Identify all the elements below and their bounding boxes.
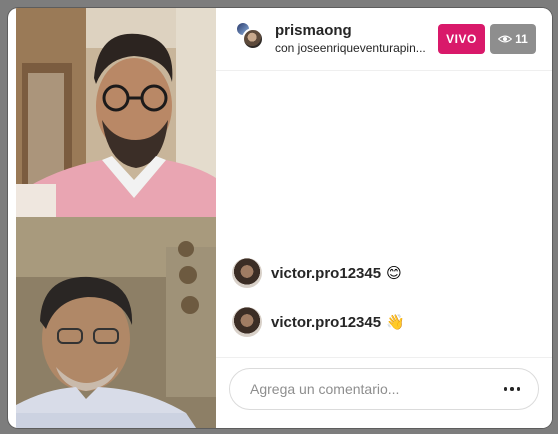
comment-text: 👋 [386,314,405,331]
eye-icon [498,35,513,43]
comment-item: victor.pro12345 👋 [232,305,405,339]
live-header: prismaong con joseenriqueventurapin... V… [216,8,552,71]
commenter-username[interactable]: victor.pro12345 [271,314,381,331]
comment-text: 😊 [386,265,402,282]
guest-video [16,217,224,428]
host-username[interactable]: prismaong [275,22,352,39]
host-avatar[interactable] [236,22,264,50]
commenter-username[interactable]: victor.pro12345 [271,265,381,282]
commenter-avatar[interactable] [232,258,262,288]
live-badge: VIVO [438,24,485,54]
live-chat-panel: prismaong con joseenriqueventurapin... V… [216,8,552,428]
host-avatar-image [242,28,264,50]
comment-item: victor.pro12345 😊 [232,256,402,290]
guest-subtitle: con joseenriqueventurapin... [275,41,426,55]
video-column [16,8,224,428]
comment-input-box [229,368,539,410]
divider [216,357,552,358]
more-options-icon[interactable] [498,379,526,399]
viewer-count-badge[interactable]: 11 [490,24,536,54]
viewer-count: 11 [515,32,528,46]
live-stream-window: prismaong con joseenriqueventurapin... V… [8,8,552,428]
comment-input[interactable] [250,379,480,399]
commenter-avatar[interactable] [232,307,262,337]
host-video [16,8,224,217]
